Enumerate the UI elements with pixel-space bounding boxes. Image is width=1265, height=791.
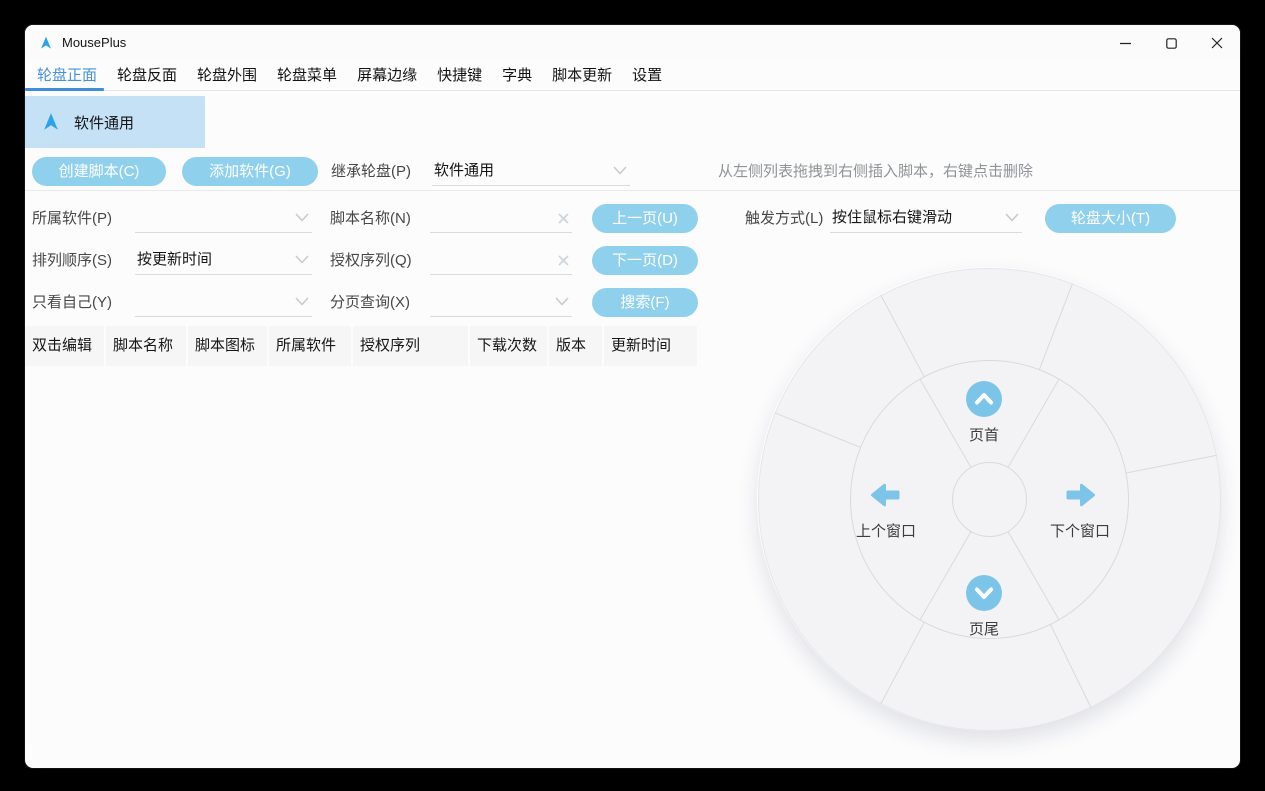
chevron-down-icon [295,255,309,264]
script-name-input[interactable] [432,206,550,232]
sort-order-label: 排列顺序(S) [32,246,112,275]
selected-wheel-item[interactable]: 软件通用 [25,96,205,148]
tab-wheel-front[interactable]: 轮盘正面 [27,61,107,90]
clear-icon[interactable] [558,213,569,224]
inherit-wheel-select[interactable]: 软件通用 [432,157,630,186]
prev-page-button[interactable]: 上一页(U) [592,204,698,233]
search-button[interactable]: 搜索(F) [592,288,698,317]
tab-wheel-back[interactable]: 轮盘反面 [107,61,187,90]
col-double-click-edit[interactable]: 双击编辑 [25,326,104,366]
chevron-down-icon [295,297,309,306]
chevron-down-icon [295,213,309,222]
trigger-mode-select[interactable]: 按住鼠标右键滑动 [830,204,1022,233]
maximize-icon[interactable] [1148,25,1194,61]
wheel-preview: 页首 上个窗口 下个窗口 页尾 [757,267,1221,731]
wheel-item-label: 下个窗口 [1050,520,1110,541]
next-page-button[interactable]: 下一页(D) [592,246,698,275]
chevron-down-circle-icon [966,575,1002,611]
wheel-item-label: 页首 [969,424,999,445]
auth-serial-label: 授权序列(Q) [330,246,412,275]
add-software-button[interactable]: 添加软件(G) [182,157,318,186]
chevron-up-circle-icon [966,381,1002,417]
tab-wheel-menu[interactable]: 轮盘菜单 [267,61,347,90]
wheel-size-button[interactable]: 轮盘大小(T) [1045,204,1176,233]
tab-wheel-outer[interactable]: 轮盘外围 [187,61,267,90]
tab-settings[interactable]: 设置 [622,61,672,90]
inherit-wheel-value: 软件通用 [434,157,494,185]
arrow-left-icon [866,477,906,513]
minimize-icon[interactable] [1102,25,1148,61]
page-query-select[interactable] [430,288,572,317]
title-bar: MousePlus [25,25,1240,61]
col-update-time[interactable]: 更新时间 [604,326,697,366]
close-icon[interactable] [1194,25,1240,61]
sort-order-value: 按更新时间 [137,246,212,274]
tab-script-update[interactable]: 脚本更新 [542,61,622,90]
selected-wheel-label: 软件通用 [74,112,134,133]
window-controls [1102,25,1240,61]
owner-software-label: 所属软件(P) [32,204,112,233]
arrow-right-icon [1060,477,1100,513]
chevron-down-icon [1005,213,1019,222]
trigger-mode-label: 触发方式(L) [745,204,823,233]
tab-screen-edge[interactable]: 屏幕边缘 [347,61,427,90]
wheel-item-label: 页尾 [969,618,999,639]
col-script-name[interactable]: 脚本名称 [106,326,186,366]
col-version[interactable]: 版本 [549,326,602,366]
drag-hint-text: 从左侧列表拖拽到右侧插入脚本，右键点击删除 [718,157,1033,186]
wheel-item-page-top[interactable]: 页首 [966,381,1002,445]
create-script-button[interactable]: 创建脚本(C) [32,157,166,186]
wheel-item-page-bottom[interactable]: 页尾 [966,575,1002,639]
chevron-down-icon [613,166,627,175]
wheel-item-label: 上个窗口 [856,520,916,541]
col-script-icon[interactable]: 脚本图标 [188,326,267,366]
chevron-down-icon [555,297,569,306]
col-owner-software[interactable]: 所属软件 [269,326,351,366]
inherit-wheel-label: 继承轮盘(P) [331,157,411,186]
tab-dictionary[interactable]: 字典 [492,61,542,90]
page-query-label: 分页查询(X) [330,288,410,317]
script-table-header: 双击编辑 脚本名称 脚本图标 所属软件 授权序列 下载次数 版本 更新时间 [25,326,725,366]
only-mine-select[interactable] [135,288,312,317]
app-logo-icon [38,35,54,51]
wheel-item-prev-window[interactable]: 上个窗口 [856,477,916,541]
col-download-count[interactable]: 下载次数 [470,326,547,366]
tab-hotkeys[interactable]: 快捷键 [427,61,492,90]
window-title: MousePlus [62,25,126,61]
app-window: MousePlus 轮盘正面 轮盘反面 轮盘外围 轮盘菜单 屏幕边缘 快捷键 字… [25,25,1240,768]
owner-software-select[interactable] [135,204,312,233]
trigger-mode-value: 按住鼠标右键滑动 [832,204,952,232]
auth-serial-input[interactable] [432,248,550,274]
auth-serial-field [430,246,572,275]
divider [25,190,1240,191]
wheel-rings [757,267,1221,731]
script-name-label: 脚本名称(N) [330,204,411,233]
sort-order-select[interactable]: 按更新时间 [135,246,312,275]
mouseplus-arrow-icon [40,111,62,133]
col-auth-serial[interactable]: 授权序列 [353,326,468,366]
clear-icon[interactable] [558,255,569,266]
tab-bar: 轮盘正面 轮盘反面 轮盘外围 轮盘菜单 屏幕边缘 快捷键 字典 脚本更新 设置 [25,61,1240,91]
only-mine-label: 只看自己(Y) [32,288,112,317]
wheel-item-next-window[interactable]: 下个窗口 [1050,477,1110,541]
script-name-field [430,204,572,233]
